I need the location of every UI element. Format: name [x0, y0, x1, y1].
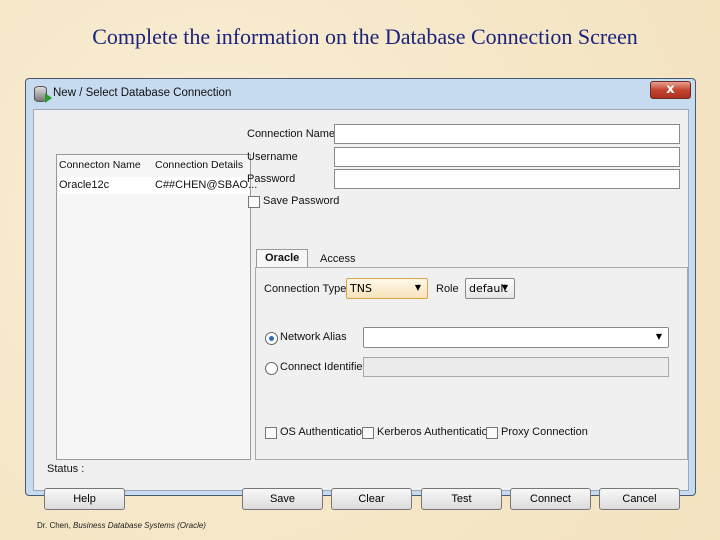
proxy-connection-label: Proxy Connection [501, 426, 588, 438]
connect-identifier-label: Connect Identifier [280, 361, 367, 373]
connect-identifier-radio[interactable] [265, 362, 278, 375]
role-select[interactable]: default ▼ [465, 278, 515, 299]
slide-footer: Dr. Chen, Business Database Systems (Ora… [37, 521, 206, 530]
connection-name-cell: Oracle12c [59, 179, 110, 191]
oracle-tab-panel: Connection Type TNS ▼ Role default ▼ Netwo… [255, 267, 688, 460]
network-alias-radio[interactable] [265, 332, 278, 345]
slide-title: Complete the information on the Database… [92, 24, 638, 49]
footer-author: Dr. Chen, [37, 521, 74, 530]
column-header-details[interactable]: Connection Details [155, 159, 243, 171]
network-alias-select[interactable]: ▼ [363, 327, 669, 348]
title-bar: New / Select Database Connection x [26, 79, 695, 109]
proxy-connection-checkbox[interactable] [486, 427, 498, 439]
username-label: Username [247, 151, 298, 163]
role-label: Role [436, 283, 459, 295]
column-header-name[interactable]: Connecton Name [59, 159, 141, 171]
connection-type-label: Connection Type [264, 283, 347, 295]
dialog-title: New / Select Database Connection [53, 87, 232, 99]
connection-details-cell: C##CHEN@SBAO... [155, 179, 258, 191]
network-alias-label: Network Alias [280, 331, 347, 343]
password-label: Password [247, 173, 296, 185]
kerberos-authentication-label: Kerberos Authentication [377, 426, 494, 438]
database-connection-dialog: New / Select Database Connection x Conne… [25, 78, 696, 510]
clear-button[interactable]: Clear [331, 488, 412, 510]
chevron-down-icon: ▼ [655, 332, 662, 341]
status-label: Status : [47, 463, 85, 475]
save-password-checkbox[interactable] [248, 196, 260, 208]
test-button[interactable]: Test [421, 488, 502, 510]
chevron-down-icon: ▼ [414, 283, 421, 292]
connection-type-select[interactable]: TNS ▼ [346, 278, 428, 299]
connect-identifier-input[interactable] [363, 357, 669, 377]
chevron-down-icon: ▼ [501, 283, 508, 292]
os-authentication-label: OS Authentication [280, 426, 369, 438]
connect-button[interactable]: Connect [510, 488, 591, 510]
password-input[interactable] [334, 169, 680, 189]
footer-course: Business Database Systems (Oracle) [73, 521, 206, 530]
save-button[interactable]: Save [242, 488, 323, 510]
connection-name-input[interactable] [334, 124, 680, 144]
connection-name-label: Connection Name [247, 128, 336, 140]
help-button[interactable]: Help [44, 488, 125, 510]
database-icon [34, 86, 52, 103]
cancel-button[interactable]: Cancel [599, 488, 680, 510]
tab-oracle[interactable]: Oracle [256, 249, 309, 268]
dialog-body: Connecton Name Connection Details Oracle… [33, 109, 689, 510]
list-item[interactable]: Oracle12c C##CHEN@SBAO... [58, 177, 257, 194]
close-button[interactable]: x [650, 81, 691, 99]
connection-list[interactable]: Connecton Name Connection Details Oracle… [56, 154, 257, 460]
connection-type-value: TNS [350, 282, 372, 295]
os-authentication-checkbox[interactable] [265, 427, 277, 439]
username-input[interactable] [334, 147, 680, 167]
kerberos-authentication-checkbox[interactable] [362, 427, 374, 439]
save-password-label: Save Password [263, 195, 340, 207]
